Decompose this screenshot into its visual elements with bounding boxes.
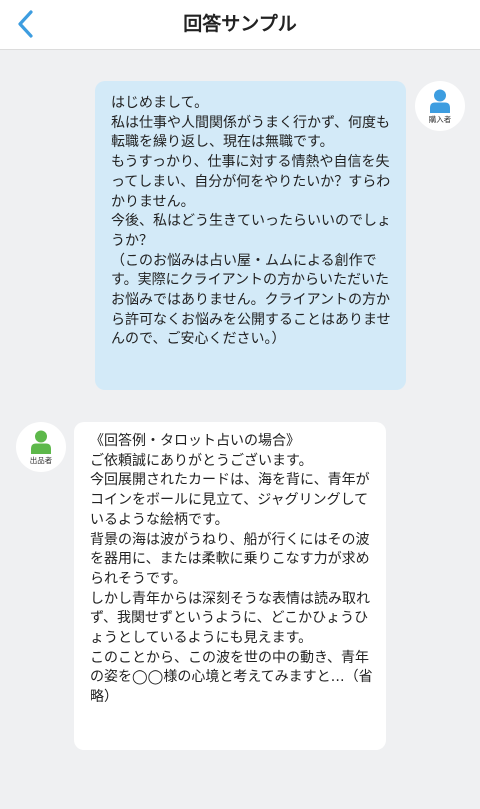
header-bar: 回答サンプル [0, 0, 480, 50]
back-button[interactable] [8, 6, 44, 42]
buyer-avatar: 購入者 [415, 81, 465, 131]
person-icon [31, 430, 51, 454]
chevron-left-icon [18, 10, 33, 38]
buyer-role-label: 購入者 [428, 115, 452, 124]
seller-message-bubble: 《回答例・タロット占いの場合》 ご依頼誠にありがとうございます。 今回展開された… [74, 422, 386, 750]
buyer-message-bubble: はじめまして。 私は仕事や人間関係がうまく行かず、何度も転職を繰り返し、現在は無… [95, 81, 406, 390]
seller-role-label: 出品者 [29, 456, 53, 465]
page-title: 回答サンプル [183, 13, 297, 35]
seller-avatar: 出品者 [16, 422, 66, 472]
person-icon [430, 89, 450, 113]
